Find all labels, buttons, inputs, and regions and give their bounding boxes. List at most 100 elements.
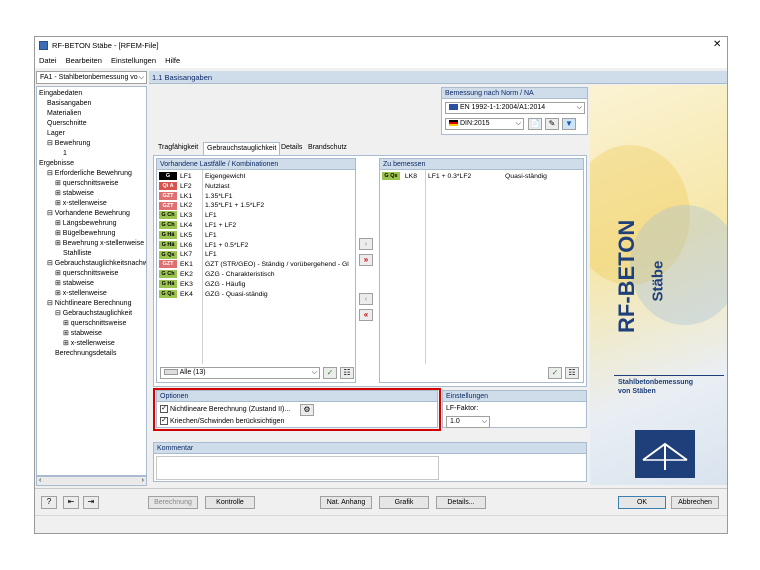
new-annex-button[interactable]: 📄 xyxy=(528,118,542,130)
loads-filter-select[interactable]: Alle (13) ⌵ xyxy=(160,367,320,379)
title-bar: RF-BETON Stäbe - [RFEM-File] ✕ xyxy=(35,37,727,54)
load-row[interactable]: GZT EK1 GZT (STR/GEO) - Ständig / vorüberg… xyxy=(157,260,355,270)
design-row[interactable]: G Qs LK8 LF1 + 0.3*LF2 Quasi-ständig xyxy=(380,172,583,182)
comment-input[interactable] xyxy=(156,456,439,480)
load-type-tag: G Qs xyxy=(159,289,177,298)
berechnung-button[interactable]: Berechnung xyxy=(148,496,198,509)
grafik-button[interactable]: Grafik xyxy=(379,496,429,509)
tree-item[interactable]: ⊞ Bügelbewehrung xyxy=(37,229,146,239)
tree-item[interactable]: Ergebnisse xyxy=(37,159,146,169)
add-all-button[interactable]: » xyxy=(359,254,373,266)
tree-item[interactable]: Eingabedaten xyxy=(37,89,146,99)
tree-item[interactable]: ⊞ x-stellenweise xyxy=(37,289,146,299)
annex-select[interactable]: DIN:2015 ⌵ xyxy=(445,118,524,130)
select-all-button[interactable]: ✓ xyxy=(323,367,337,379)
tree-item[interactable]: ⊞ querschnittsweise xyxy=(37,179,146,189)
load-type-tag: GZT xyxy=(159,191,177,200)
tree-item[interactable]: ⊟ Gebrauchstauglichkeit xyxy=(37,309,146,319)
load-row[interactable]: G Qs LK7 LF1 xyxy=(157,250,355,260)
chevron-down-icon: ⌵ xyxy=(138,74,144,81)
tab-brandschutz[interactable]: Brandschutz xyxy=(305,142,350,154)
tree-item[interactable]: ⊟ Bewehrung xyxy=(37,139,146,149)
loads-list[interactable]: G LF1 Eigengewicht Qi A LF2 Nutzlast GZT LK1 1.3… xyxy=(157,172,355,362)
load-row[interactable]: G Ch EK2 GZG - Charakteristisch xyxy=(157,270,355,280)
ok-button[interactable]: OK xyxy=(618,496,666,509)
tree-item[interactable]: 1 xyxy=(37,149,146,159)
load-type-tag: G Hä xyxy=(159,231,177,239)
load-desc: GZG - Quasi-ständig xyxy=(205,290,268,298)
load-row[interactable]: Qi A LF2 Nutzlast xyxy=(157,182,355,192)
tree-item[interactable]: ⊞ stabweise xyxy=(37,279,146,289)
creep-option[interactable]: ✓ Kriechen/Schwinden berücksichtigen xyxy=(160,417,284,425)
tree-item[interactable]: Basisangaben xyxy=(37,99,146,109)
tree-item[interactable]: ⊞ x-stellenweise xyxy=(37,339,146,349)
tree-item[interactable]: ⊞ Bewehrung x-stellenweise xyxy=(37,239,146,249)
tree-item[interactable]: ⊞ Längsbewehrung xyxy=(37,219,146,229)
nonlinear-option[interactable]: ✓ Nichtlineare Berechnung (Zustand II)... xyxy=(160,405,290,413)
menu-einstellungen[interactable]: Einstellungen xyxy=(111,56,156,65)
nonlinear-settings-button[interactable]: ⚙ xyxy=(300,404,314,416)
tree-item[interactable]: ⊟ Gebrauchstauglichkeitsnachwei xyxy=(37,259,146,269)
tree-item[interactable]: ⊟ Vorhandene Bewehrung xyxy=(37,209,146,219)
load-row[interactable]: G Ch LK3 LF1 xyxy=(157,211,355,221)
tree-item[interactable]: Stahlliste xyxy=(37,249,146,259)
load-row[interactable]: GZT LK2 1.35*LF1 + 1.5*LF2 xyxy=(157,201,355,211)
standard-select[interactable]: EN 1992-1-1:2004/A1:2014 ⌵ xyxy=(445,102,585,114)
load-id: LK3 xyxy=(180,212,193,220)
load-id: EK2 xyxy=(180,271,193,278)
menu-hilfe[interactable]: Hilfe xyxy=(165,56,180,65)
load-row[interactable]: G Hä LK5 LF1 xyxy=(157,231,355,241)
scroll-right-icon[interactable]: › xyxy=(142,477,144,484)
case-select[interactable]: FA1 - Stahlbetonbemessung vo ⌵ xyxy=(36,71,147,84)
menu-datei[interactable]: Datei xyxy=(39,56,57,65)
tree-item[interactable]: ⊞ querschnittsweise xyxy=(37,269,146,279)
next-button[interactable]: ⇥ xyxy=(83,496,99,509)
nonlinear-checkbox[interactable]: ✓ xyxy=(160,405,168,413)
footer-separator xyxy=(35,488,727,489)
tree-item[interactable]: ⊟ Nichtlineare Berechnung xyxy=(37,299,146,309)
list-view-design-button[interactable]: ☷ xyxy=(565,367,579,379)
chevron-down-icon: ⌵ xyxy=(576,104,582,111)
load-row[interactable]: G Qs EK4 GZG - Quasi-ständig xyxy=(157,289,355,300)
tree-item[interactable]: ⊞ stabweise xyxy=(37,189,146,199)
list-view-button[interactable]: ☷ xyxy=(340,367,354,379)
remove-one-button[interactable]: ‹ xyxy=(359,293,373,305)
tab-gebrauchstauglichkeit[interactable]: Gebrauchstauglichkeit xyxy=(203,142,281,155)
details-button[interactable]: Details... xyxy=(436,496,486,509)
load-row[interactable]: G Hä LK6 LF1 + 0.5*LF2 xyxy=(157,240,355,251)
tree-item[interactable]: ⊟ Erforderliche Bewehrung xyxy=(37,169,146,179)
select-all-design-button[interactable]: ✓ xyxy=(548,367,562,379)
tree-item[interactable]: Querschnitte xyxy=(37,119,146,129)
tab-details[interactable]: Details xyxy=(278,142,305,154)
tree-item[interactable]: ⊞ x-stellenweise xyxy=(37,199,146,209)
add-one-button[interactable]: › xyxy=(359,238,373,250)
menu-bearbeiten[interactable]: Bearbeiten xyxy=(66,56,102,65)
previous-button[interactable]: ⇤ xyxy=(63,496,79,509)
scroll-left-icon[interactable]: ‹ xyxy=(39,477,41,484)
load-row[interactable]: GZT LK1 1.35*LF1 xyxy=(157,191,355,202)
norm-panel: Bemessung nach Norm / NA EN 1992-1-1:200… xyxy=(441,87,588,135)
creep-label: Kriechen/Schwinden berücksichtigen xyxy=(170,417,285,425)
load-row[interactable]: G LF1 Eigengewicht xyxy=(157,172,355,182)
edit-annex-button[interactable]: ✎ xyxy=(545,118,559,130)
tree-scrollbar[interactable]: ‹ › xyxy=(36,476,147,486)
menu-bar: Datei Bearbeiten Einstellungen Hilfe xyxy=(35,54,727,68)
tree-item[interactable]: ⊞ stabweise xyxy=(37,329,146,339)
tab-tragfaehigkeit[interactable]: Tragfähigkeit xyxy=(155,142,201,154)
remove-all-button[interactable]: « xyxy=(359,309,373,321)
help-button[interactable]: ? xyxy=(41,496,57,509)
load-row[interactable]: G Ch LK4 LF1 + LF2 xyxy=(157,221,355,231)
tree-item[interactable]: Materialien xyxy=(37,109,146,119)
close-icon[interactable]: ✕ xyxy=(713,39,721,50)
load-row[interactable]: G Hä EK3 GZG - Häufig xyxy=(157,280,355,290)
tree-item[interactable]: Berechnungsdetails xyxy=(37,349,146,359)
tree-item[interactable]: Lager xyxy=(37,129,146,139)
main-window: RF-BETON Stäbe - [RFEM-File] ✕ Datei Bea… xyxy=(34,36,728,534)
filter-annex-button[interactable]: ▼ xyxy=(562,118,576,130)
tree-item[interactable]: ⊞ querschnittsweise xyxy=(37,319,146,329)
lf-factor-select[interactable]: 1.0 ⌵ xyxy=(446,416,490,428)
abbrechen-button[interactable]: Abbrechen xyxy=(671,496,719,509)
nat-anhang-button[interactable]: Nat. Anhang xyxy=(320,496,372,509)
kontrolle-button[interactable]: Kontrolle xyxy=(205,496,255,509)
creep-checkbox[interactable]: ✓ xyxy=(160,417,168,425)
